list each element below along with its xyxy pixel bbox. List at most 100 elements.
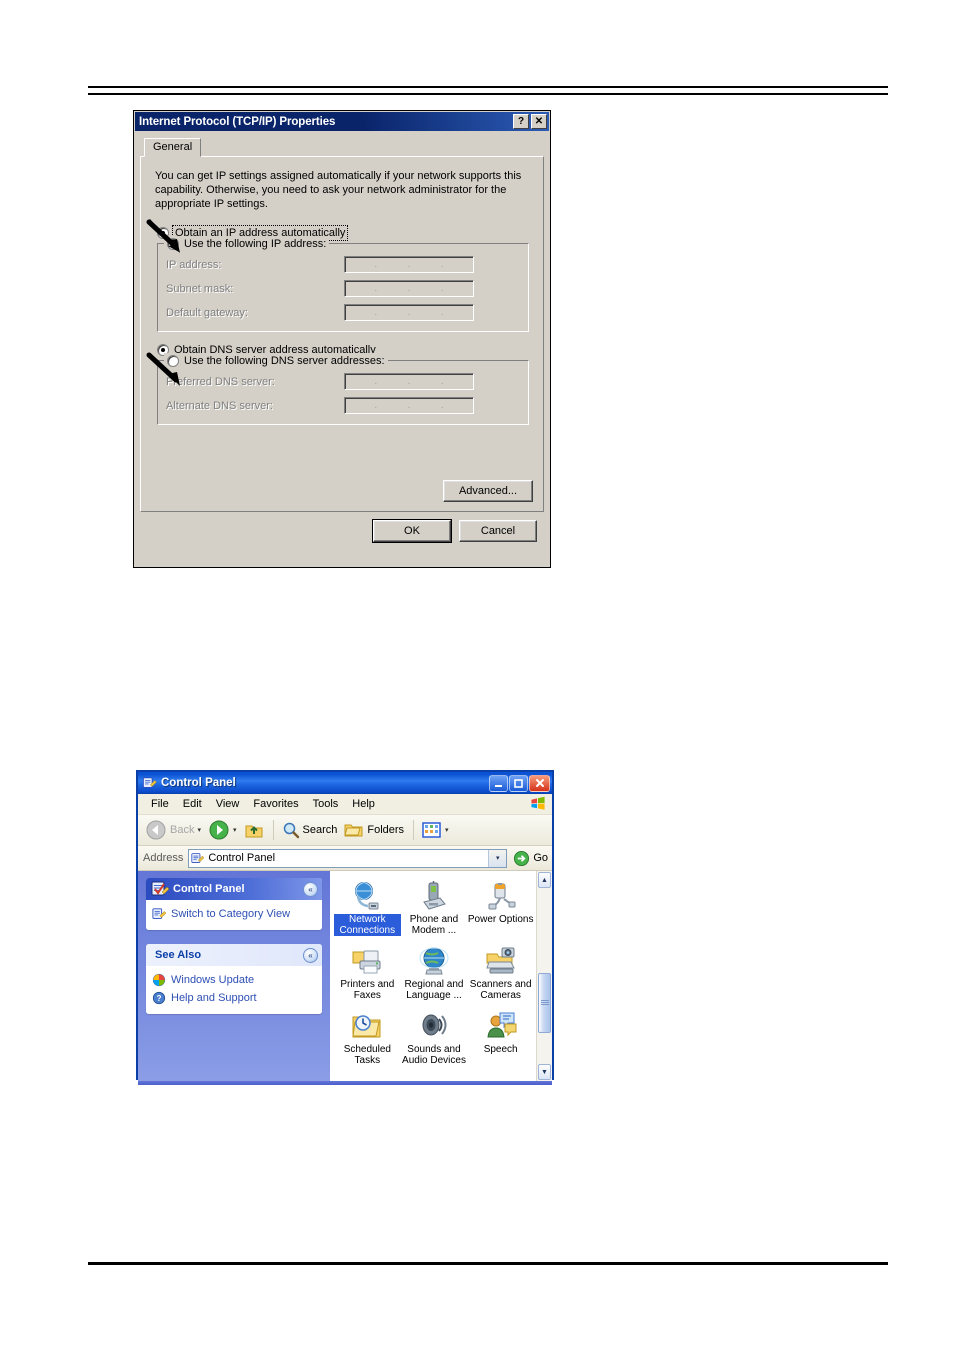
sidebar-panel-see-also: See Also « Windows Update ? Help and Sup… [146, 944, 322, 1014]
toolbar: Back ▾ ▾ Search Folders ▾ [138, 815, 552, 846]
control-panel-sidebar: Control Panel « Switch to Category View [138, 871, 330, 1081]
tcpip-properties-dialog: Internet Protocol (TCP/IP) Properties ? … [133, 110, 551, 568]
menu-file[interactable]: File [144, 796, 176, 812]
views-button[interactable]: ▾ [419, 818, 452, 842]
cp-item-scanners-and-cameras[interactable]: Scanners and Cameras [467, 942, 534, 1007]
forward-button[interactable]: ▾ [205, 818, 240, 842]
alternate-dns-row: Alternate DNS server: . . . [166, 397, 520, 414]
cp-item-sounds-and-audio-devices[interactable]: Sounds and Audio Devices [401, 1007, 468, 1072]
ip-separator: . [374, 399, 378, 411]
windows-update-icon [152, 973, 166, 987]
sidebar-panel-see-also-title: See Also [155, 949, 202, 961]
ip-separator: . [440, 258, 444, 270]
maximize-button[interactable] [509, 774, 528, 792]
switch-view-icon [152, 908, 166, 919]
search-button[interactable]: Search [279, 818, 341, 842]
tab-general[interactable]: General [144, 138, 202, 157]
sidebar-link-windows-update[interactable]: Windows Update [152, 971, 316, 989]
up-button[interactable] [241, 818, 267, 842]
forward-caret-icon[interactable]: ▾ [233, 826, 237, 834]
menu-view[interactable]: View [209, 796, 247, 812]
radio-use-following-dns-indicator[interactable] [167, 354, 179, 367]
control-panel-title: Control Panel [161, 777, 236, 789]
menu-favorites[interactable]: Favorites [246, 796, 305, 812]
vertical-scrollbar[interactable]: ▲ ▼ [536, 871, 552, 1081]
control-panel-window: Control Panel File Edit View Favorites T… [136, 770, 554, 1085]
up-folder-icon [245, 825, 262, 838]
cp-item-network-connections[interactable]: Network Connections [334, 877, 401, 942]
scrollbar-thumb[interactable] [538, 972, 551, 1033]
scrollbar-track[interactable] [537, 889, 552, 1063]
sidebar-panel-control-panel-body: Switch to Category View [146, 900, 322, 930]
sidebar-link-label: Help and Support [171, 992, 257, 1004]
help-button[interactable]: ? [513, 114, 529, 129]
folders-icon [344, 824, 363, 837]
ip-separator: . [374, 306, 378, 318]
radio-use-following-dns[interactable]: Use the following DNS server addresses: [164, 353, 388, 368]
ip-address-input[interactable]: . . . [344, 256, 474, 273]
menu-help[interactable]: Help [345, 796, 382, 812]
address-input[interactable]: Control Panel ▾ [188, 848, 508, 868]
back-button[interactable]: Back ▾ [142, 818, 204, 842]
cp-item-label: Phone and Modem ... [409, 914, 459, 936]
default-gateway-label: Default gateway: [166, 306, 248, 319]
radio-use-following-ip-indicator[interactable] [167, 237, 179, 250]
menu-tools[interactable]: Tools [306, 796, 346, 812]
folders-label: Folders [367, 824, 405, 836]
cp-item-power-options[interactable]: Power Options [467, 877, 534, 942]
sidebar-panel-control-panel-title: Control Panel [173, 883, 245, 895]
ip-separator: . [440, 282, 444, 294]
toolbar-separator [413, 820, 415, 840]
minimize-button[interactable] [489, 774, 508, 792]
page-footer-rule [88, 1262, 888, 1265]
cp-item-speech[interactable]: Speech [467, 1007, 534, 1072]
ip-separator: . [407, 306, 411, 318]
power-options-icon [488, 883, 516, 910]
address-bar: Address Control Panel ▾ Go [138, 846, 552, 871]
advanced-button[interactable]: Advanced... [443, 480, 533, 502]
go-label: Go [533, 852, 548, 864]
folders-button[interactable]: Folders [341, 818, 407, 842]
cp-item-label: Printers and Faxes [340, 979, 395, 1001]
control-panel-items-pane: Network Connections Phone and Modem ... [330, 871, 552, 1081]
views-caret-icon[interactable]: ▾ [445, 826, 449, 834]
control-panel-address-icon [191, 852, 205, 863]
ip-separator: . [374, 375, 378, 387]
sidebar-link-label: Switch to Category View [171, 908, 291, 920]
cancel-button[interactable]: Cancel [459, 520, 537, 542]
back-caret-icon[interactable]: ▾ [197, 826, 201, 834]
windows-flag-icon [531, 796, 545, 810]
cp-item-scheduled-tasks[interactable]: Scheduled Tasks [334, 1007, 401, 1072]
cp-item-phone-and-modem[interactable]: Phone and Modem ... [401, 877, 468, 942]
address-dropdown-icon[interactable]: ▾ [488, 849, 507, 867]
cp-item-label: Scheduled Tasks [343, 1044, 391, 1066]
menu-edit[interactable]: Edit [176, 796, 209, 812]
scroll-up-icon[interactable]: ▲ [538, 872, 551, 888]
scroll-down-icon[interactable]: ▼ [538, 1064, 551, 1080]
subnet-mask-input[interactable]: . . . [344, 280, 474, 297]
cp-item-label: Scanners and Cameras [469, 979, 532, 1001]
ip-separator: . [407, 375, 411, 387]
preferred-dns-label: Preferred DNS server: [166, 375, 275, 388]
close-icon[interactable] [529, 774, 550, 792]
default-gateway-input[interactable]: . . . [344, 304, 474, 321]
cp-item-regional-and-language[interactable]: Regional and Language ... [401, 942, 468, 1007]
page-header-rule [88, 86, 888, 95]
cp-item-printers-and-faxes[interactable]: Printers and Faxes [334, 942, 401, 1007]
sidebar-link-help-and-support[interactable]: ? Help and Support [152, 989, 316, 1007]
go-arrow-icon [514, 850, 530, 866]
svg-text:?: ? [157, 994, 162, 1003]
radio-use-following-ip[interactable]: Use the following IP address: [164, 236, 330, 251]
go-button[interactable]: Go [513, 850, 548, 867]
preferred-dns-input[interactable]: . . . [344, 373, 474, 390]
sidebar-link-label: Windows Update [171, 974, 255, 986]
help-support-icon: ? [152, 991, 166, 1005]
ok-button[interactable]: OK [372, 519, 452, 543]
subnet-mask-row: Subnet mask: . . . [166, 280, 520, 297]
close-icon[interactable]: ✕ [531, 114, 547, 129]
chevron-collapse-icon[interactable]: « [303, 881, 318, 897]
chevron-collapse-icon[interactable]: « [303, 947, 318, 963]
sidebar-link-switch-to-category-view[interactable]: Switch to Category View [152, 905, 316, 923]
alternate-dns-input[interactable]: . . . [344, 397, 474, 414]
back-label: Back [170, 824, 195, 836]
